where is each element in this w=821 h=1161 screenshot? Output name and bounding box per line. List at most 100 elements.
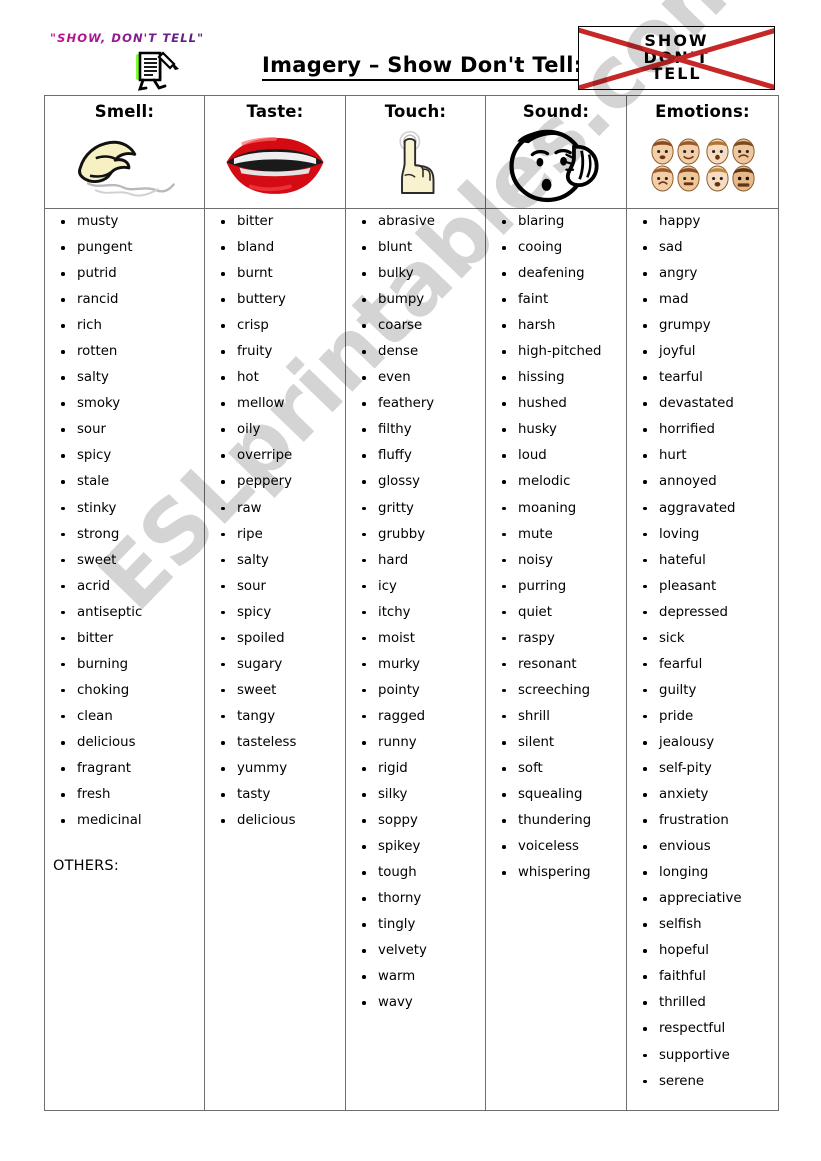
word-item: whispering: [486, 860, 626, 886]
running-paper-pencil-icon: [130, 50, 188, 92]
word-item: blaring: [486, 209, 626, 235]
word-list-touch: abrasive blunt bulky bumpy coarse dense even fe…: [346, 209, 485, 1016]
word-item: loving: [627, 522, 778, 548]
word-item: guilty: [627, 678, 778, 704]
badge-line-tell: TELL: [651, 64, 702, 84]
word-item: abrasive: [346, 209, 485, 235]
column-title-taste: Taste:: [246, 102, 304, 121]
column-header-touch: Touch:: [345, 95, 486, 209]
word-item: gritty: [346, 496, 485, 522]
word-item: pungent: [45, 235, 204, 261]
word-item: deafening: [486, 261, 626, 287]
word-item: self-pity: [627, 756, 778, 782]
word-item: feathery: [346, 391, 485, 417]
word-item: bumpy: [346, 287, 485, 313]
word-item: sour: [205, 574, 345, 600]
word-item: blunt: [346, 235, 485, 261]
word-item: soft: [486, 756, 626, 782]
word-item: serene: [627, 1069, 778, 1095]
emotion-faces-grid-icon: [627, 124, 778, 206]
word-item: loud: [486, 443, 626, 469]
word-list-taste: bitter bland burnt buttery crisp fruity hot mel…: [205, 209, 345, 834]
word-item: hot: [205, 365, 345, 391]
word-item: glossy: [346, 469, 485, 495]
word-item: cooing: [486, 235, 626, 261]
word-item: grubby: [346, 522, 485, 548]
word-item: thorny: [346, 886, 485, 912]
word-item: respectful: [627, 1016, 778, 1042]
table-body-row: musty pungent putrid rancid rich rotten salty s…: [44, 208, 779, 1111]
word-item: grumpy: [627, 313, 778, 339]
word-item: wavy: [346, 990, 485, 1016]
word-item: pleasant: [627, 574, 778, 600]
word-item: anxiety: [627, 782, 778, 808]
word-cell-smell: musty pungent putrid rancid rich rotten salty s…: [44, 208, 205, 1111]
word-item: musty: [45, 209, 204, 235]
word-item: salty: [205, 548, 345, 574]
word-item: even: [346, 365, 485, 391]
word-item: noisy: [486, 548, 626, 574]
word-item: hateful: [627, 548, 778, 574]
word-item: delicious: [205, 808, 345, 834]
word-item: angry: [627, 261, 778, 287]
word-item: raw: [205, 496, 345, 522]
word-item: stinky: [45, 496, 204, 522]
word-item: harsh: [486, 313, 626, 339]
word-item: hushed: [486, 391, 626, 417]
word-item: frustration: [627, 808, 778, 834]
word-item: high-pitched: [486, 339, 626, 365]
word-item: bitter: [205, 209, 345, 235]
word-item: faint: [486, 287, 626, 313]
word-item: envious: [627, 834, 778, 860]
word-item: jealousy: [627, 730, 778, 756]
word-item: pointy: [346, 678, 485, 704]
word-item: tasteless: [205, 730, 345, 756]
word-item: bulky: [346, 261, 485, 287]
pointing-hand-icon: [346, 124, 485, 206]
word-item: joyful: [627, 339, 778, 365]
word-item: moist: [346, 626, 485, 652]
word-item: coarse: [346, 313, 485, 339]
word-item: bland: [205, 235, 345, 261]
word-item: medicinal: [45, 808, 204, 834]
word-item: depressed: [627, 600, 778, 626]
word-item: mad: [627, 287, 778, 313]
word-item: voiceless: [486, 834, 626, 860]
word-cell-touch: abrasive blunt bulky bumpy coarse dense even fe…: [345, 208, 486, 1111]
column-title-emotions: Emotions:: [655, 102, 750, 121]
word-item: choking: [45, 678, 204, 704]
word-item: shrill: [486, 704, 626, 730]
word-item: spoiled: [205, 626, 345, 652]
word-item: sad: [627, 235, 778, 261]
word-item: putrid: [45, 261, 204, 287]
word-item: rancid: [45, 287, 204, 313]
word-item: soppy: [346, 808, 485, 834]
word-item: icy: [346, 574, 485, 600]
word-item: purring: [486, 574, 626, 600]
word-item: tasty: [205, 782, 345, 808]
word-item: hard: [346, 548, 485, 574]
word-item: burning: [45, 652, 204, 678]
word-list-emotions: happy sad angry mad grumpy joyful tearful devas…: [627, 209, 778, 1095]
word-item: quiet: [486, 600, 626, 626]
word-item: fragrant: [45, 756, 204, 782]
word-item: bitter: [45, 626, 204, 652]
word-item: velvety: [346, 938, 485, 964]
word-item: tingly: [346, 912, 485, 938]
word-item: appreciative: [627, 886, 778, 912]
word-list-smell: musty pungent putrid rancid rich rotten salty s…: [45, 209, 204, 834]
word-item: selfish: [627, 912, 778, 938]
word-item: stale: [45, 469, 204, 495]
column-header-taste: Taste:: [204, 95, 346, 209]
column-title-sound: Sound:: [522, 102, 590, 121]
word-item: peppery: [205, 469, 345, 495]
word-item: tangy: [205, 704, 345, 730]
word-item: sweet: [205, 678, 345, 704]
word-item: fresh: [45, 782, 204, 808]
word-item: burnt: [205, 261, 345, 287]
word-item: silent: [486, 730, 626, 756]
word-item: rotten: [45, 339, 204, 365]
word-item: husky: [486, 417, 626, 443]
crossed-show-dont-tell-badge: SHOW DON'T TELL: [578, 26, 775, 90]
word-cell-taste: bitter bland burnt buttery crisp fruity hot mel…: [204, 208, 346, 1111]
